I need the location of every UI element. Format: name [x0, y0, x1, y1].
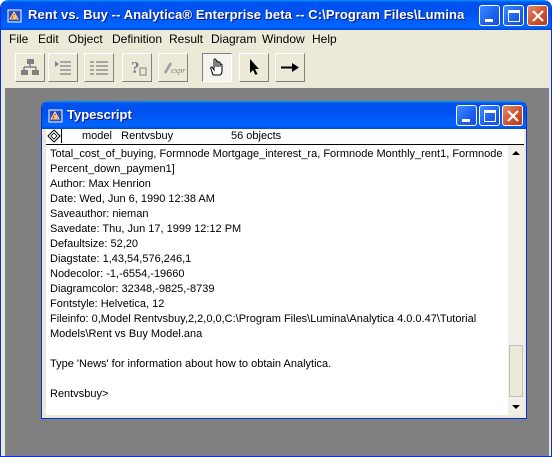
output-line: Author: Max Henrion [50, 178, 151, 190]
indent-list-button[interactable] [48, 53, 78, 82]
menu-diagram[interactable]: Diagram [211, 32, 256, 46]
expression-icon: expr [164, 62, 186, 75]
typescript-output[interactable]: Total_cost_of_buying, Formnode Mortgage_… [46, 145, 508, 415]
output-line: Nodecolor: -1,-6554,-19660 [50, 268, 185, 280]
output-line: Diagramcolor: 32348,-9825,-8739 [50, 283, 215, 295]
node-diamond-button[interactable] [47, 129, 62, 143]
command-prompt[interactable]: Rentvsbuy> [50, 388, 108, 400]
svg-text:?: ? [131, 58, 140, 77]
minimize-button[interactable] [479, 5, 500, 26]
toolbar: ? expr [1, 50, 551, 86]
minimize-icon [485, 19, 493, 22]
hand-browse-icon [210, 58, 223, 76]
menu-file[interactable]: File [9, 32, 28, 46]
typescript-header: model Rentvsbuy 56 objects [46, 129, 524, 145]
typescript-minimize-button[interactable] [456, 105, 477, 126]
output-line: Diagstate: 1,43,54,576,246,1 [50, 253, 192, 265]
model-name: model Rentvsbuy [82, 130, 174, 142]
hierarchy-icon [21, 59, 39, 75]
question-icon: ? [131, 58, 147, 77]
output-line: Fontstyle: Helvetica, 12 [50, 298, 165, 310]
menu-edit[interactable]: Edit [38, 32, 59, 46]
window-title: Rent vs. Buy -- Analytica® Enterprise be… [28, 7, 465, 22]
outline-list-button[interactable] [84, 53, 114, 82]
outline-list-icon [90, 61, 108, 75]
typescript-window: Typescript model Rentvsbuy 56 objects To… [41, 101, 527, 419]
arrow-connect-icon [281, 63, 299, 72]
menu-definition[interactable]: Definition [112, 32, 162, 46]
hierarchy-button[interactable] [15, 53, 45, 82]
typescript-maximize-button[interactable] [479, 105, 500, 126]
menu-bar: File Edit Object Definition Result Diagr… [1, 30, 551, 49]
output-line: Defaultsize: 52,20 [50, 238, 139, 250]
output-line: Type 'News' for information about how to… [50, 358, 332, 370]
menu-window[interactable]: Window [262, 32, 305, 46]
close-button[interactable] [527, 5, 548, 26]
output-line: Savedate: Thu, Jun 17, 1999 12:12 PM [50, 223, 242, 235]
close-icon [532, 10, 544, 22]
scroll-down-icon[interactable] [508, 399, 524, 415]
menu-help[interactable]: Help [312, 32, 337, 46]
output-line: Models\Rent vs Buy Model.ana [50, 328, 203, 340]
svg-text:expr: expr [171, 66, 186, 75]
scroll-thumb[interactable] [509, 345, 523, 397]
menu-object[interactable]: Object [68, 32, 103, 46]
close-icon [507, 110, 519, 122]
arrow-edit-icon [250, 59, 259, 75]
output-line: Fileinfo: 0,Model Rentvsbuy,2,2,0,0,C:\P… [50, 313, 477, 325]
output-line: Percent_down_paymen1] [50, 163, 175, 175]
main-titlebar[interactable]: Rent vs. Buy -- Analytica® Enterprise be… [1, 0, 551, 30]
help-button[interactable]: ? [122, 53, 152, 82]
typescript-close-button[interactable] [502, 105, 523, 126]
typescript-title: Typescript [67, 107, 132, 122]
connect-arrow-button[interactable] [275, 53, 305, 82]
maximize-icon [484, 110, 496, 122]
indent-list-icon [55, 61, 71, 75]
diamond-icon [47, 129, 61, 143]
output-line: Total_cost_of_buying, Formnode Mortgage_… [50, 148, 503, 160]
typescript-app-icon[interactable] [48, 108, 64, 124]
browse-hand-button[interactable] [202, 53, 232, 82]
edit-arrow-button[interactable] [239, 53, 269, 82]
menu-result[interactable]: Result [169, 32, 203, 46]
vertical-scrollbar[interactable] [508, 145, 524, 415]
expression-button[interactable]: expr [158, 53, 188, 82]
output-line: Saveauthor: nieman [50, 208, 149, 220]
maximize-button[interactable] [503, 5, 524, 26]
output-line: Date: Wed, Jun 6, 1990 12:38 AM [50, 193, 215, 205]
typescript-titlebar[interactable]: Typescript [42, 101, 526, 129]
minimize-icon [462, 119, 470, 122]
object-count: 56 objects [231, 130, 282, 142]
scroll-up-icon[interactable] [508, 145, 524, 161]
maximize-icon [508, 10, 520, 22]
analytica-app-icon[interactable] [7, 8, 23, 24]
